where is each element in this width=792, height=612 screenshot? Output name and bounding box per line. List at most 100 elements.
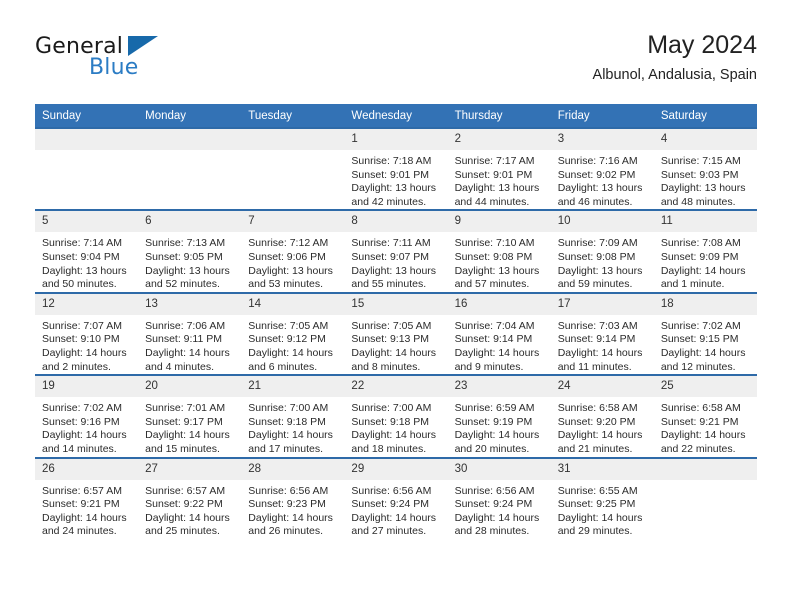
daylight-line-1: Daylight: 14 hours [42,511,127,524]
day-cell[interactable]: 1 Sunrise: 7:18 AM Sunset: 9:01 PM Dayli… [344,126,448,211]
daylight-line-2: and 52 minutes. [145,278,220,291]
day-details: Sunrise: 7:00 AM Sunset: 9:18 PM Dayligh… [241,397,344,456]
sunrise-line: Sunrise: 7:05 AM [351,319,432,332]
day-number: 31 [550,458,654,480]
calendar-week-row: 1 Sunrise: 7:18 AM Sunset: 9:01 PM Dayli… [35,126,757,211]
day-cell[interactable]: 27 Sunrise: 6:57 AM Sunset: 9:22 PM Dayl… [138,456,242,539]
day-cell[interactable]: 19 Sunrise: 7:02 AM Sunset: 9:16 PM Dayl… [35,374,139,458]
day-cell[interactable]: 21 Sunrise: 7:00 AM Sunset: 9:18 PM Dayl… [241,374,345,458]
day-cell[interactable]: 20 Sunrise: 7:01 AM Sunset: 9:17 PM Dayl… [138,374,242,458]
day-cell[interactable]: 10 Sunrise: 7:09 AM Sunset: 9:08 PM Dayl… [550,209,654,293]
sunset-line: Sunset: 9:01 PM [454,168,533,181]
daylight-line-1: Daylight: 14 hours [660,429,746,442]
logo-text-blue: Blue [89,55,139,80]
day-cell[interactable]: 17 Sunrise: 7:03 AM Sunset: 9:14 PM Dayl… [550,291,654,376]
sunrise-line: Sunrise: 7:02 AM [660,319,741,332]
calendar-body: 1 Sunrise: 7:18 AM Sunset: 9:01 PM Dayli… [35,126,757,539]
day-cell[interactable]: 3 Sunrise: 7:16 AM Sunset: 9:02 PM Dayli… [550,126,654,211]
sunset-line: Sunset: 9:10 PM [42,333,120,346]
day-details: Sunrise: 6:56 AM Sunset: 9:23 PM Dayligh… [241,480,344,539]
daylight-line-2: and 46 minutes. [557,195,633,208]
day-details: Sunrise: 7:13 AM Sunset: 9:05 PM Dayligh… [138,232,241,291]
day-cell[interactable]: 2 Sunrise: 7:17 AM Sunset: 9:01 PM Dayli… [447,126,551,211]
day-details: Sunrise: 6:55 AM Sunset: 9:25 PM Dayligh… [551,480,654,539]
day-cell[interactable]: 23 Sunrise: 6:59 AM Sunset: 9:19 PM Dayl… [447,374,551,458]
sunrise-line: Sunrise: 6:59 AM [454,402,535,415]
day-cell[interactable]: 12 Sunrise: 7:07 AM Sunset: 9:10 PM Dayl… [35,291,139,376]
day-cell[interactable]: 16 Sunrise: 7:04 AM Sunset: 9:14 PM Dayl… [447,291,551,376]
sunset-line: Sunset: 9:01 PM [351,168,430,181]
day-cell[interactable]: 4 Sunrise: 7:15 AM Sunset: 9:03 PM Dayli… [653,126,757,211]
day-cell[interactable]: 26 Sunrise: 6:57 AM Sunset: 9:21 PM Dayl… [35,456,139,539]
daylight-line-1: Daylight: 13 hours [42,264,127,277]
day-cell[interactable]: 15 Sunrise: 7:05 AM Sunset: 9:13 PM Dayl… [344,291,448,376]
daylight-line-1: Daylight: 14 hours [557,429,643,442]
day-number: 24 [550,376,654,398]
day-cell[interactable]: 24 Sunrise: 6:58 AM Sunset: 9:20 PM Dayl… [550,374,654,458]
daylight-line-1: Daylight: 13 hours [557,264,643,277]
day-cell[interactable]: 22 Sunrise: 7:00 AM Sunset: 9:18 PM Dayl… [344,374,448,458]
day-cell[interactable]: 13 Sunrise: 7:06 AM Sunset: 9:11 PM Dayl… [138,291,242,376]
daylight-line-2: and 18 minutes. [351,442,427,455]
day-cell[interactable]: 6 Sunrise: 7:13 AM Sunset: 9:05 PM Dayli… [138,209,242,293]
sunset-line: Sunset: 9:14 PM [454,333,533,346]
daylight-line-1: Daylight: 13 hours [454,182,540,195]
day-cell[interactable]: 31 Sunrise: 6:55 AM Sunset: 9:25 PM Dayl… [550,456,654,539]
sunrise-line: Sunrise: 7:09 AM [557,237,638,250]
daylight-line-1: Daylight: 13 hours [351,182,437,195]
daylight-line-2: and 4 minutes. [145,360,215,373]
daylight-line-1: Daylight: 14 hours [145,429,230,442]
page-header: General Blue May 2024 Albunol, Andalusia… [35,30,757,92]
day-cell[interactable]: 8 Sunrise: 7:11 AM Sunset: 9:07 PM Dayli… [344,209,448,293]
day-cell[interactable]: 9 Sunrise: 7:10 AM Sunset: 9:08 PM Dayli… [447,209,551,293]
daylight-line-2: and 22 minutes. [660,442,736,455]
day-details: Sunrise: 6:59 AM Sunset: 9:19 PM Dayligh… [448,397,551,456]
sunrise-line: Sunrise: 7:00 AM [351,402,432,415]
day-cell[interactable]: 7 Sunrise: 7:12 AM Sunset: 9:06 PM Dayli… [241,209,345,293]
sunrise-line: Sunrise: 7:06 AM [145,319,226,332]
day-details: Sunrise: 7:05 AM Sunset: 9:13 PM Dayligh… [344,315,447,374]
day-details: Sunrise: 6:58 AM Sunset: 9:20 PM Dayligh… [551,397,654,456]
sunset-line: Sunset: 9:03 PM [660,168,739,181]
day-cell[interactable] [653,456,757,539]
day-cell[interactable]: 30 Sunrise: 6:56 AM Sunset: 9:24 PM Dayl… [447,456,551,539]
day-number: 17 [550,293,654,315]
day-cell[interactable] [138,126,242,211]
daylight-line-1: Daylight: 13 hours [351,264,437,277]
day-cell[interactable] [241,126,345,211]
sunrise-line: Sunrise: 6:58 AM [557,402,638,415]
day-number [653,458,757,480]
day-details: Sunrise: 7:17 AM Sunset: 9:01 PM Dayligh… [448,150,551,209]
daylight-line-1: Daylight: 14 hours [248,511,333,524]
daylight-line-2: and 42 minutes. [351,195,427,208]
sunrise-line: Sunrise: 7:05 AM [248,319,329,332]
day-cell[interactable]: 29 Sunrise: 6:56 AM Sunset: 9:24 PM Dayl… [344,456,448,539]
day-details: Sunrise: 7:16 AM Sunset: 9:02 PM Dayligh… [551,150,654,209]
day-cell[interactable]: 11 Sunrise: 7:08 AM Sunset: 9:09 PM Dayl… [653,209,757,293]
day-number: 9 [447,211,551,233]
sunset-line: Sunset: 9:04 PM [42,250,120,263]
day-details: Sunrise: 6:57 AM Sunset: 9:21 PM Dayligh… [35,480,138,539]
day-cell[interactable]: 14 Sunrise: 7:05 AM Sunset: 9:12 PM Dayl… [241,291,345,376]
day-cell[interactable]: 25 Sunrise: 6:58 AM Sunset: 9:21 PM Dayl… [653,374,757,458]
day-number [241,129,345,150]
title-block: May 2024 Albunol, Andalusia, Spain [593,30,757,86]
sunset-line: Sunset: 9:20 PM [557,415,636,428]
daylight-line-2: and 55 minutes. [351,278,427,291]
sunrise-line: Sunrise: 7:08 AM [660,237,741,250]
daylight-line-1: Daylight: 14 hours [557,346,643,359]
day-cell[interactable]: 28 Sunrise: 6:56 AM Sunset: 9:23 PM Dayl… [241,456,345,539]
day-details: Sunrise: 7:00 AM Sunset: 9:18 PM Dayligh… [344,397,447,456]
day-number: 26 [35,458,139,480]
sunset-line: Sunset: 9:18 PM [351,415,430,428]
day-cell[interactable]: 5 Sunrise: 7:14 AM Sunset: 9:04 PM Dayli… [35,209,139,293]
weekday-header-friday: Friday [550,104,654,128]
daylight-line-1: Daylight: 13 hours [660,182,746,195]
day-cell[interactable] [35,126,139,211]
sunrise-line: Sunrise: 7:15 AM [660,155,741,167]
general-blue-logo[interactable]: General Blue [35,34,215,86]
sunrise-line: Sunrise: 6:56 AM [248,484,329,497]
day-details: Sunrise: 7:01 AM Sunset: 9:17 PM Dayligh… [138,397,241,456]
day-number: 13 [138,293,242,315]
day-cell[interactable]: 18 Sunrise: 7:02 AM Sunset: 9:15 PM Dayl… [653,291,757,376]
